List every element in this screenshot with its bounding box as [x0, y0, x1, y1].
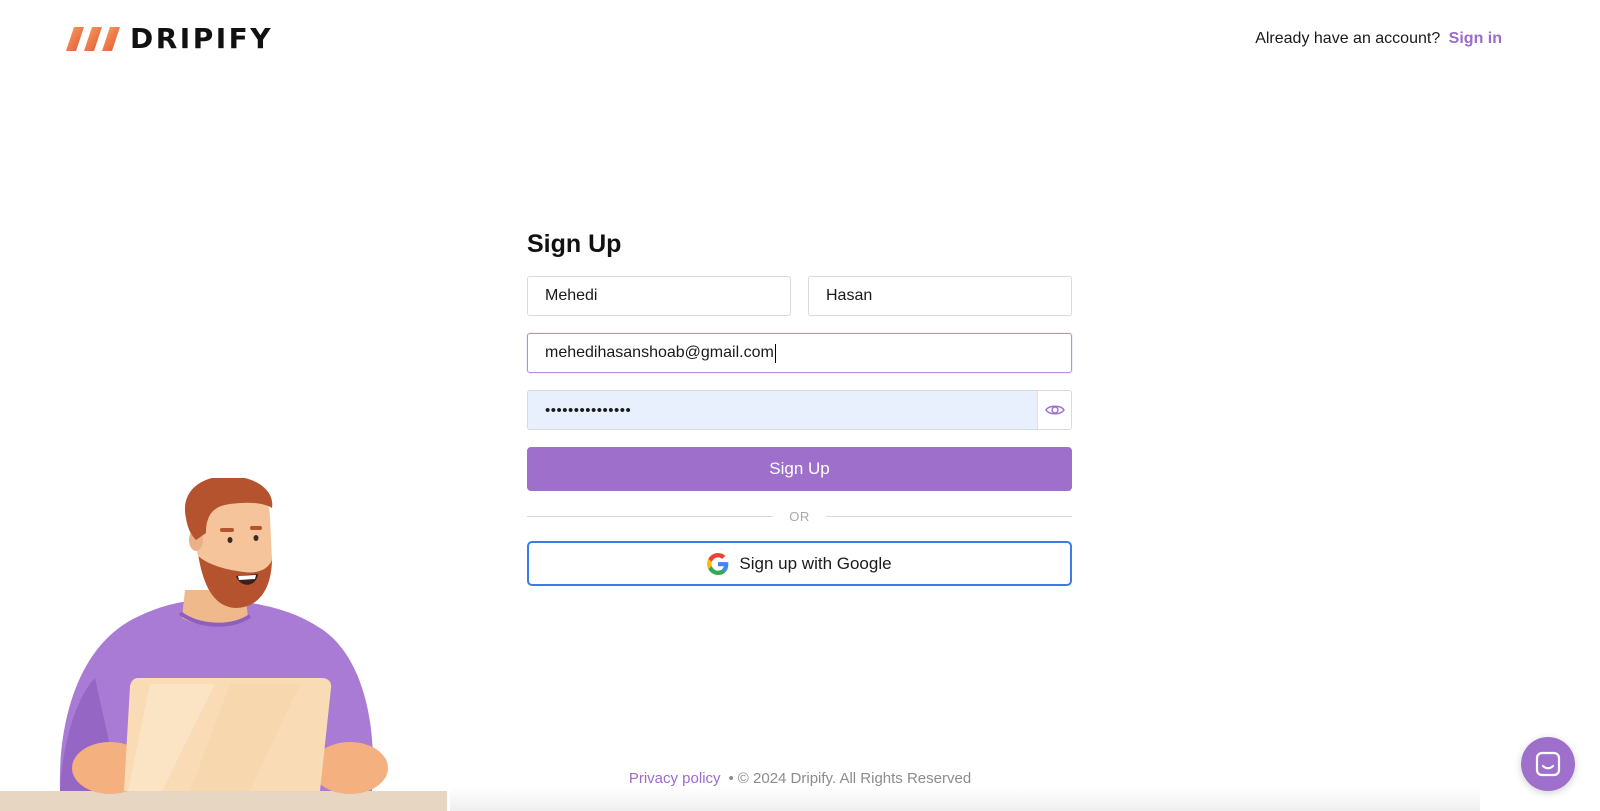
- first-name-value: Mehedi: [545, 287, 598, 304]
- logo-stripes-icon: [66, 26, 120, 51]
- footer-separator: •: [728, 770, 734, 787]
- signin-link[interactable]: Sign in: [1449, 30, 1502, 47]
- last-name-value: Hasan: [826, 287, 873, 304]
- email-value: mehedihasanshoab@gmail.com: [545, 344, 774, 361]
- page-title: Sign Up: [527, 230, 622, 258]
- signup-page: DRIPIFY Already have an account? Sign in…: [0, 0, 1600, 811]
- first-name-field[interactable]: Mehedi: [527, 276, 791, 316]
- signin-prompt: Already have an account? Sign in: [1255, 30, 1502, 48]
- privacy-policy-link[interactable]: Privacy policy: [629, 770, 721, 787]
- divider-text: OR: [789, 508, 810, 524]
- toggle-password-visibility-button[interactable]: [1037, 391, 1071, 429]
- password-field[interactable]: •••••••••••••••: [528, 391, 1037, 429]
- signup-form: Sign Up Mehedi Hasan mehedihasanshoab@gm…: [527, 228, 1072, 586]
- last-name-field[interactable]: Hasan: [808, 276, 1072, 316]
- footer: Privacy policy • © 2024 Dripify. All Right…: [0, 770, 1600, 787]
- signin-prompt-text: Already have an account?: [1255, 30, 1441, 47]
- chat-icon: [1535, 751, 1561, 777]
- divider-line-left: [527, 515, 774, 517]
- signup-button[interactable]: Sign Up: [527, 447, 1072, 491]
- google-g-icon: [707, 552, 729, 575]
- eye-icon: [1044, 405, 1065, 415]
- or-divider: OR: [527, 508, 1072, 524]
- divider-line-right: [825, 515, 1072, 517]
- password-field-group: •••••••••••••••: [527, 390, 1072, 430]
- google-signup-button[interactable]: Sign up with Google: [527, 541, 1072, 586]
- copyright-text: © 2024 Dripify. All Rights Reserved: [737, 770, 972, 787]
- text-caret: [774, 343, 776, 363]
- password-value: •••••••••••••••: [545, 401, 632, 419]
- logo[interactable]: DRIPIFY: [66, 22, 273, 55]
- google-button-label: Sign up with Google: [739, 553, 892, 573]
- email-field[interactable]: mehedihasanshoab@gmail.com: [527, 333, 1072, 373]
- man-with-laptop-illustration: [0, 478, 447, 811]
- name-row: Mehedi Hasan: [527, 276, 1072, 316]
- desk-shadow: [450, 787, 1480, 811]
- logo-text: DRIPIFY: [130, 22, 274, 55]
- chat-widget-button[interactable]: [1521, 737, 1575, 791]
